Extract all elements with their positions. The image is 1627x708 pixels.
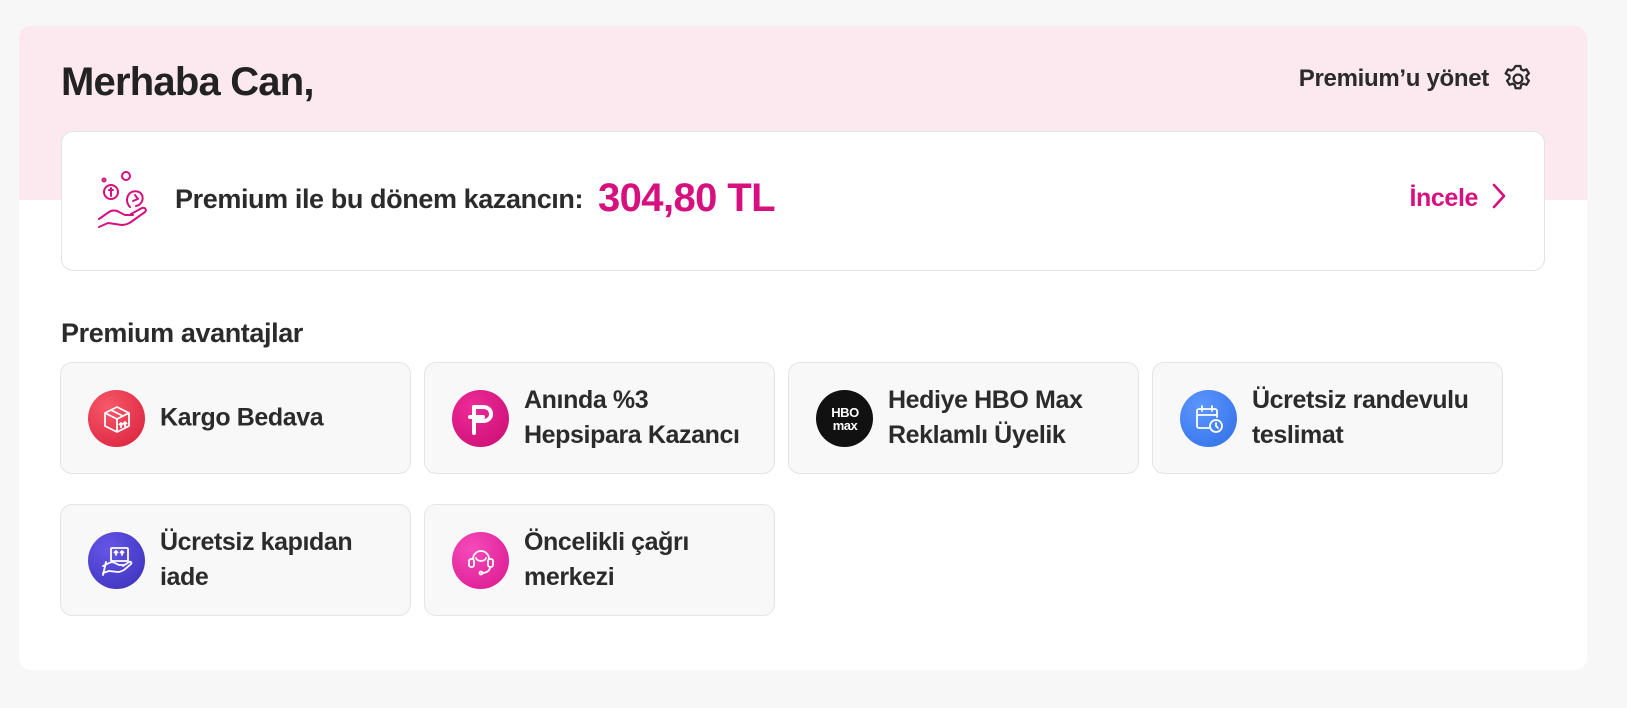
advantage-card-scheduled-delivery[interactable]: Ücretsiz randevulu teslimat [1152, 362, 1503, 474]
premium-panel: Merhaba Can, Premium’u yönet Premium ile… [19, 26, 1587, 670]
review-earnings-link[interactable]: İncele [1410, 182, 1508, 215]
earnings-text: Premium ile bu dönem kazancın: [175, 184, 584, 214]
review-label: İncele [1409, 184, 1479, 212]
headset-icon [452, 532, 509, 589]
manage-premium-label: Premium’u yönet [1298, 65, 1490, 92]
advantage-card-free-return[interactable]: Ücretsiz kapıdan iade [60, 504, 411, 616]
advantage-label: Öncelikli çağrı merkezi [524, 528, 689, 591]
advantage-label: Ücretsiz kapıdan iade [160, 528, 353, 591]
advantages-title: Premium avantajlar [61, 318, 303, 348]
greeting-title: Merhaba Can, [61, 60, 314, 104]
advantage-label: Hediye HBO Max Reklamlı Üyelik [888, 386, 1083, 449]
advantage-card-hepsipara[interactable]: Anında %3 Hepsipara Kazancı [424, 362, 775, 474]
earnings-amount: 304,80 TL [598, 176, 776, 220]
advantage-card-priority-support[interactable]: Öncelikli çağrı merkezi [424, 504, 775, 616]
calendar-clock-icon [1180, 390, 1237, 447]
svg-text:max: max [832, 418, 858, 433]
advantage-label: Anında %3 Hepsipara Kazancı [524, 386, 740, 449]
earnings-card: Premium ile bu dönem kazancın: 304,80 TL… [61, 131, 1545, 271]
hand-coins-icon [96, 167, 154, 233]
advantage-label: Ücretsiz randevulu teslimat [1252, 386, 1469, 449]
hbo-max-icon: HBO max [816, 390, 873, 447]
gear-icon [1501, 62, 1535, 96]
advantage-card-hbo-max[interactable]: HBO max Hediye HBO Max Reklamlı Üyelik [788, 362, 1139, 474]
manage-premium-button[interactable]: Premium’u yönet [1299, 62, 1535, 96]
chevron-right-icon [1490, 182, 1508, 215]
return-box-icon [88, 532, 145, 589]
hepsipara-icon [452, 390, 509, 447]
cargo-box-icon [88, 390, 145, 447]
advantage-card-free-shipping[interactable]: Kargo Bedava [60, 362, 411, 474]
advantage-label: Kargo Bedava [160, 403, 324, 432]
